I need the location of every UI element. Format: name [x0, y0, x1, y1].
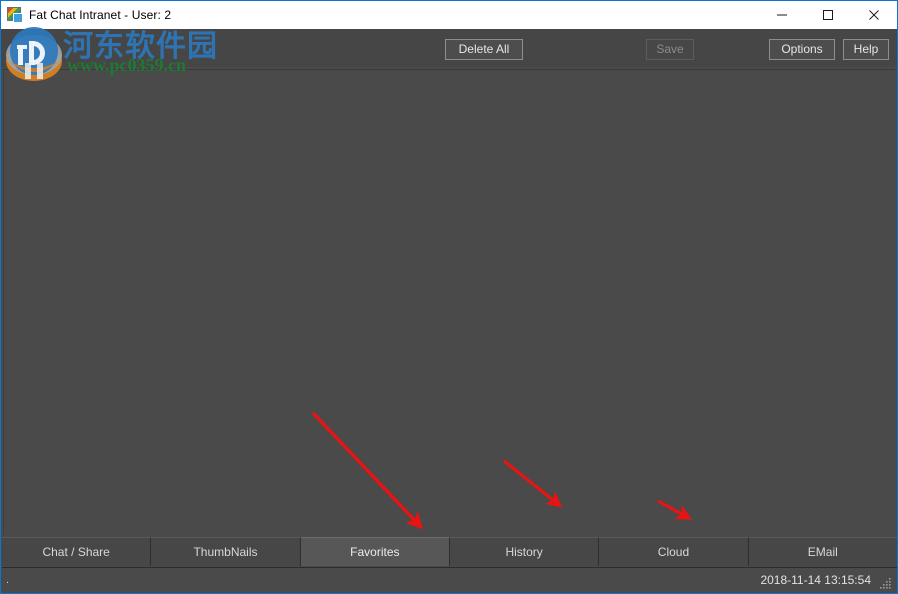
help-button[interactable]: Help: [843, 39, 889, 60]
close-icon: [869, 10, 879, 20]
resize-grip-icon[interactable]: [879, 576, 893, 590]
maximize-button[interactable]: [805, 1, 851, 29]
minimize-button[interactable]: [759, 1, 805, 29]
minimize-icon: [777, 14, 787, 16]
window-controls: [759, 1, 897, 29]
tab-chat-share[interactable]: Chat / Share: [2, 537, 152, 566]
maximize-icon: [823, 10, 833, 20]
toolbar: Delete All Save Options Help: [1, 29, 897, 67]
application-window: Fat Chat Intranet - User: 2 Delete All S…: [0, 0, 898, 594]
save-button[interactable]: Save: [646, 39, 694, 60]
status-bar: . 2018-11-14 13:15:54: [2, 567, 897, 593]
app-image-icon: [7, 7, 23, 23]
status-message: .: [6, 574, 10, 586]
delete-all-button[interactable]: Delete All: [445, 39, 523, 60]
window-title: Fat Chat Intranet - User: 2: [29, 8, 172, 22]
favorites-content-panel[interactable]: [3, 69, 895, 535]
options-button[interactable]: Options: [769, 39, 835, 60]
status-timestamp: 2018-11-14 13:15:54: [760, 573, 871, 587]
tab-cloud[interactable]: Cloud: [599, 537, 749, 566]
title-bar[interactable]: Fat Chat Intranet - User: 2: [1, 1, 897, 29]
tab-favorites[interactable]: Favorites: [300, 537, 450, 566]
tab-history[interactable]: History: [449, 537, 600, 566]
bottom-tab-bar: Chat / Share ThumbNails Favorites Histor…: [2, 537, 897, 566]
tab-email[interactable]: EMail: [748, 537, 897, 566]
tab-thumbnails[interactable]: ThumbNails: [151, 537, 301, 566]
close-button[interactable]: [851, 1, 897, 29]
